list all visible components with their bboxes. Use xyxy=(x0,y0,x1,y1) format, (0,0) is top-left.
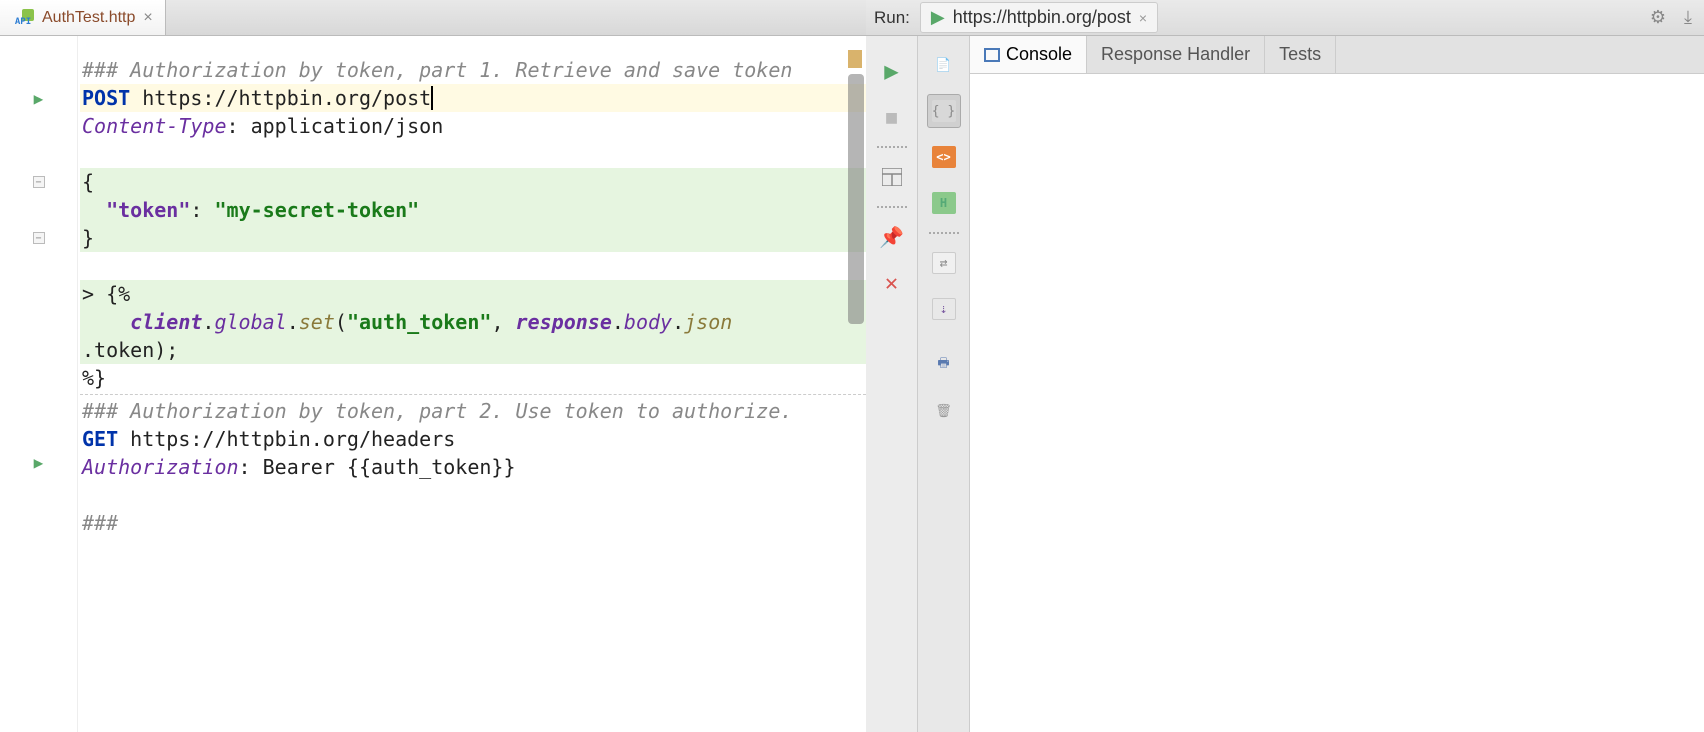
code-comment: ### Authorization by token, part 2. Use … xyxy=(82,399,792,423)
file-tab[interactable]: API AuthTest.http × xyxy=(0,0,166,35)
editor-pane: API AuthTest.http × ▶ − − ▶ ### Authoriz xyxy=(0,0,866,732)
scrollbar-thumb[interactable] xyxy=(848,74,864,324)
play-icon: ▶ xyxy=(931,7,945,28)
console-icon xyxy=(984,48,1000,62)
xml-view-button[interactable]: <> xyxy=(927,140,961,174)
handler-close: %} xyxy=(82,366,106,390)
soft-wrap-button[interactable]: ⇄ xyxy=(927,246,961,280)
tab-label: Tests xyxy=(1279,44,1321,65)
layout-button[interactable] xyxy=(875,160,909,194)
run-config-label: https://httpbin.org/post xyxy=(953,7,1131,28)
header-name: Content-Type xyxy=(82,114,227,138)
close-button[interactable]: ✕ xyxy=(875,266,909,300)
output-format-toolbar: 📄 { } <> H ⇄ ⇣ 🖶 🗑 xyxy=(918,36,970,732)
run-gutter-icon[interactable]: ▶ xyxy=(34,453,44,472)
run-tool-window: Run: ▶ https://httpbin.org/post × ⚙ ⤓ ▶ … xyxy=(866,0,1704,732)
stop-button[interactable]: ■ xyxy=(875,100,909,134)
run-label: Run: xyxy=(874,8,910,28)
http-method: GET xyxy=(82,427,118,451)
console-output[interactable] xyxy=(970,74,1704,732)
tab-response-handler[interactable]: Response Handler xyxy=(1087,36,1265,73)
json-value: "my-secret-token" xyxy=(214,198,419,222)
editor-body: ▶ − − ▶ ### Authorization by token, part… xyxy=(0,36,866,732)
code-editor[interactable]: ### Authorization by token, part 1. Retr… xyxy=(78,36,866,732)
api-file-icon: API xyxy=(12,9,34,27)
rerun-button[interactable]: ▶ xyxy=(875,54,909,88)
close-run-tab-icon[interactable]: × xyxy=(1139,10,1147,26)
json-key: "token" xyxy=(106,198,190,222)
run-action-toolbar: ▶ ■ 📌 ✕ xyxy=(866,36,918,732)
clear-button[interactable]: 🗑 xyxy=(927,394,961,428)
header-value: : Bearer {{auth_token}} xyxy=(239,455,516,479)
run-config-tab[interactable]: ▶ https://httpbin.org/post × xyxy=(920,2,1158,33)
request-url: https://httpbin.org/headers xyxy=(118,427,455,451)
print-button[interactable]: 🖶 xyxy=(927,348,961,382)
scroll-to-end-button[interactable]: ⇣ xyxy=(927,292,961,326)
json-brace: { xyxy=(82,170,94,194)
fold-close-icon[interactable]: − xyxy=(33,232,45,244)
file-tab-label: AuthTest.http xyxy=(42,9,135,27)
json-brace: } xyxy=(82,226,94,250)
handler-body: .token); xyxy=(82,338,178,362)
editor-tab-bar: API AuthTest.http × xyxy=(0,0,866,36)
run-inner-tabs: Console Response Handler Tests xyxy=(970,36,1704,74)
pin-button[interactable]: 📌 xyxy=(875,220,909,254)
request-divider xyxy=(80,394,866,395)
request-url: https://httpbin.org/post xyxy=(130,86,433,110)
header-value: : application/json xyxy=(227,114,444,138)
fold-open-icon[interactable]: − xyxy=(33,176,45,188)
json-view-button[interactable]: { } xyxy=(927,94,961,128)
tab-label: Console xyxy=(1006,44,1072,65)
request-separator: ### xyxy=(82,511,118,535)
close-tab-icon[interactable]: × xyxy=(143,9,152,27)
download-icon[interactable]: ⤓ xyxy=(1680,7,1696,28)
text-view-button[interactable]: 📄 xyxy=(927,48,961,82)
header-name: Authorization xyxy=(82,455,239,479)
tab-label: Response Handler xyxy=(1101,44,1250,65)
run-body: ▶ ■ 📌 ✕ 📄 { } <> H ⇄ ⇣ 🖶 🗑 Console xyxy=(866,36,1704,732)
gear-icon[interactable]: ⚙ xyxy=(1646,7,1670,28)
run-content: Console Response Handler Tests xyxy=(970,36,1704,732)
run-gutter-icon[interactable]: ▶ xyxy=(34,89,44,108)
editor-gutter: ▶ − − ▶ xyxy=(0,36,78,732)
http-method: POST xyxy=(82,86,130,110)
code-comment: ### Authorization by token, part 1. Retr… xyxy=(82,58,792,82)
marker-stripe xyxy=(848,50,862,68)
run-header: Run: ▶ https://httpbin.org/post × ⚙ ⤓ xyxy=(866,0,1704,36)
tab-console[interactable]: Console xyxy=(970,36,1087,73)
handler-open: > {% xyxy=(82,282,130,306)
html-view-button[interactable]: H xyxy=(927,186,961,220)
tab-tests[interactable]: Tests xyxy=(1265,36,1336,73)
